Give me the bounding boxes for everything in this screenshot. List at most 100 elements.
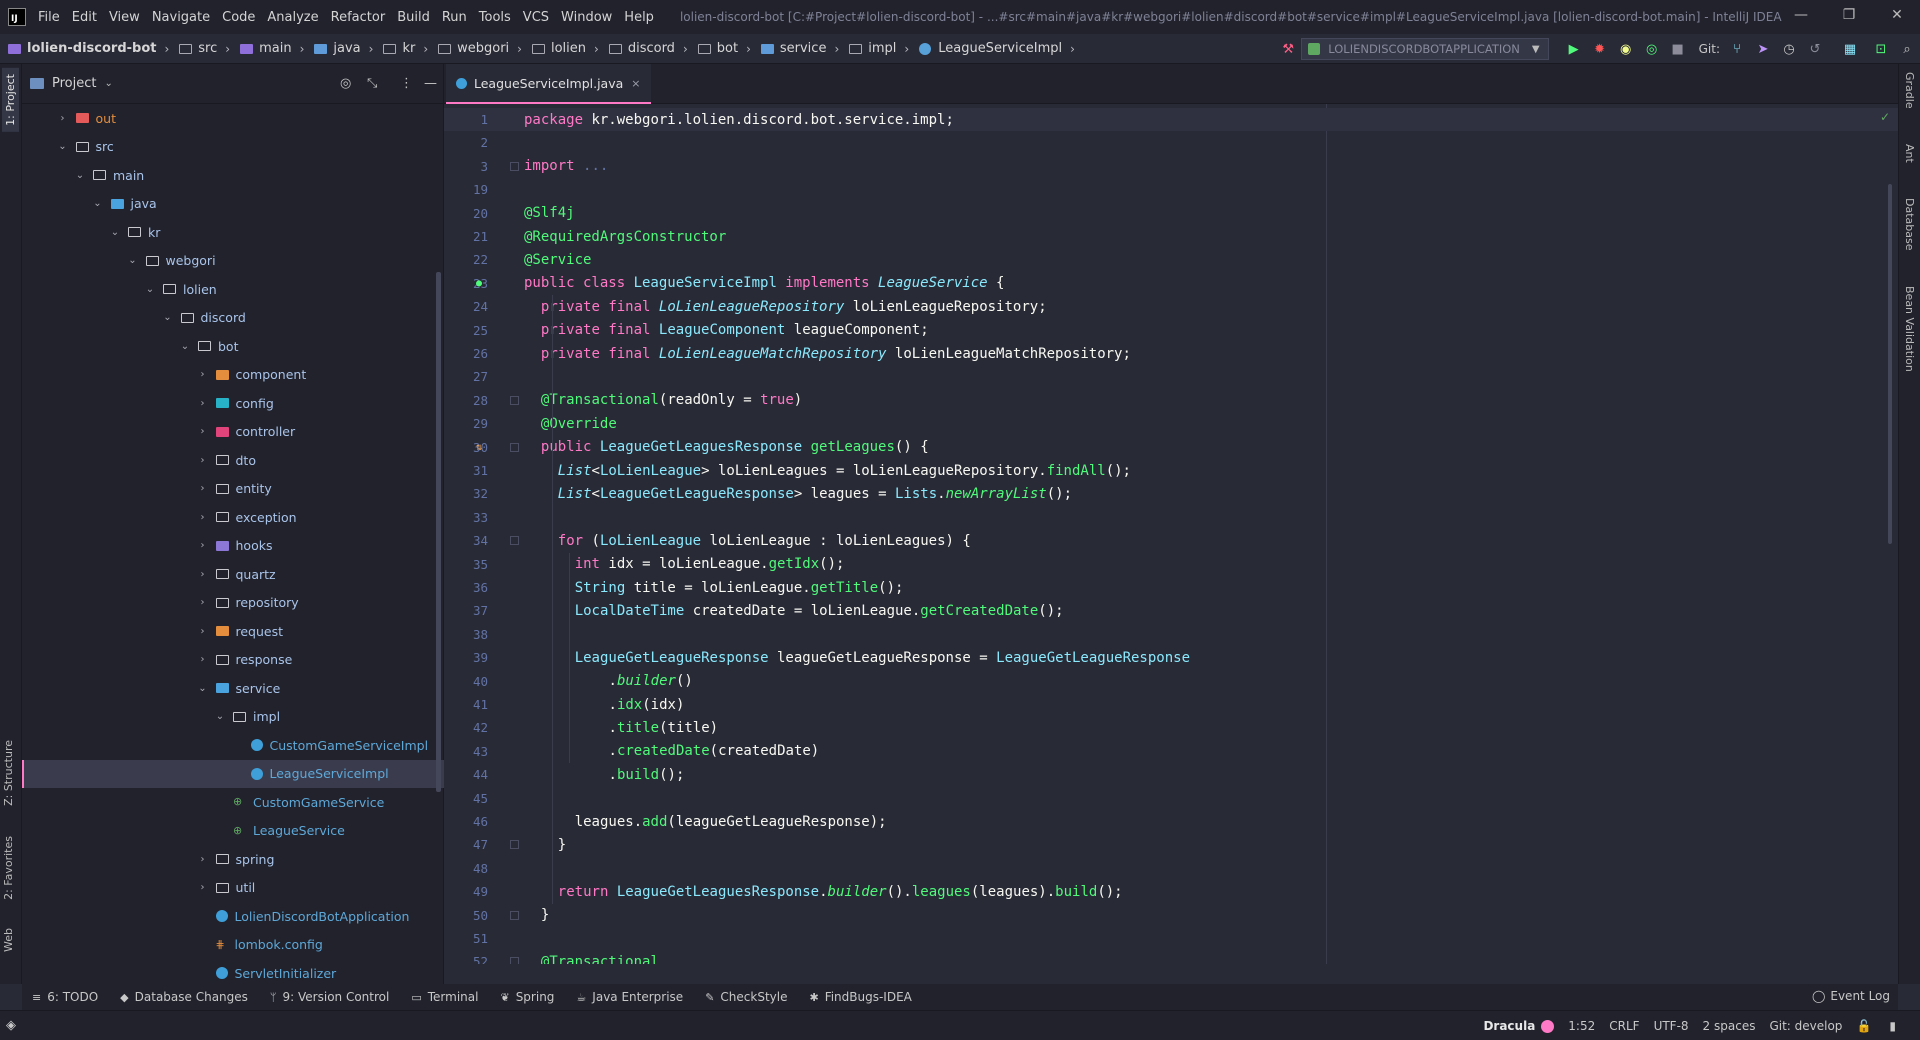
- code-line[interactable]: 42 .title(title): [444, 716, 1898, 739]
- tree-node[interactable]: › spring: [22, 845, 444, 873]
- code-line[interactable]: 49 return LeagueGetLeaguesResponse.builde…: [444, 880, 1898, 903]
- collapse-arrow-icon[interactable]: ›: [196, 369, 210, 380]
- code-line[interactable]: 37 LocalDateTime createdDate = loLienLeag…: [444, 599, 1898, 622]
- code-line[interactable]: 32 List<LeagueGetLeagueResponse> leagues …: [444, 482, 1898, 505]
- tree-node[interactable]: ⊕ LeagueService: [22, 817, 444, 845]
- tree-node[interactable]: LolienDiscordBotApplication: [22, 902, 444, 930]
- bottom-tab-findbugs-idea[interactable]: ✱ FindBugs-IDEA: [809, 990, 911, 1004]
- bottom-tab-spring[interactable]: ❦ Spring: [500, 990, 554, 1004]
- breadcrumb-item[interactable]: src: [179, 41, 217, 56]
- collapse-all-icon[interactable]: ⤡: [367, 76, 377, 91]
- breadcrumb-item[interactable]: bot: [697, 41, 738, 56]
- ant-tool-tab[interactable]: Ant: [1903, 144, 1916, 163]
- menu-code[interactable]: Code: [222, 10, 255, 25]
- minimize-button[interactable]: —: [1778, 0, 1824, 30]
- collapse-arrow-icon[interactable]: ›: [196, 540, 210, 551]
- code-line[interactable]: 22 @Service: [444, 248, 1898, 271]
- code-line[interactable]: 43 .createdDate(createdDate): [444, 740, 1898, 763]
- memory-indicator-icon[interactable]: ▮: [1889, 1019, 1896, 1033]
- code-line[interactable]: 39 LeagueGetLeagueResponse leagueGetLeagu…: [444, 646, 1898, 669]
- code-line[interactable]: 45: [444, 787, 1898, 810]
- code-line[interactable]: 48: [444, 857, 1898, 880]
- code-line[interactable]: 23 ● public class LeagueServiceImpl implem…: [444, 272, 1898, 295]
- breadcrumb-item[interactable]: LeagueServiceImpl: [919, 41, 1062, 56]
- database-tool-tab[interactable]: Database: [1903, 198, 1916, 251]
- bottom-tab-6-todo[interactable]: ≡ 6: TODO: [32, 990, 98, 1004]
- run-icon[interactable]: ▶: [1566, 41, 1582, 57]
- event-log-tab[interactable]: ◯ Event Log: [1812, 989, 1890, 1003]
- collapse-arrow-icon[interactable]: ›: [196, 398, 210, 409]
- code-line[interactable]: 25 private final LeagueComponent leagueCo…: [444, 319, 1898, 342]
- breadcrumb-item[interactable]: lolien: [531, 41, 586, 56]
- menu-help[interactable]: Help: [624, 10, 654, 25]
- fold-marker-icon[interactable]: [510, 395, 519, 405]
- code-line[interactable]: 35 int idx = loLienLeague.getIdx();: [444, 553, 1898, 576]
- tree-node[interactable]: › request: [22, 617, 444, 645]
- indent-setting[interactable]: 2 spaces: [1703, 1019, 1756, 1033]
- tree-node[interactable]: › entity: [22, 475, 444, 503]
- collapse-arrow-icon[interactable]: ›: [196, 455, 210, 466]
- tree-node[interactable]: › hooks: [22, 532, 444, 560]
- expand-arrow-icon[interactable]: ⌄: [213, 711, 227, 722]
- tree-node[interactable]: › response: [22, 646, 444, 674]
- tree-node[interactable]: ⌄ lolien: [22, 275, 444, 303]
- expand-arrow-icon[interactable]: ⌄: [196, 683, 210, 694]
- collapse-arrow-icon[interactable]: ›: [196, 483, 210, 494]
- code-line[interactable]: 2: [444, 131, 1898, 154]
- fold-marker-icon[interactable]: [510, 910, 519, 920]
- web-tool-tab[interactable]: Web: [2, 928, 15, 952]
- fold-marker-icon[interactable]: [510, 840, 519, 850]
- editor-tab-leagueserviceimpl[interactable]: LeagueServiceImpl.java ×: [446, 64, 651, 104]
- code-line[interactable]: 47}: [444, 833, 1898, 856]
- expand-arrow-icon[interactable]: ⌄: [143, 284, 157, 295]
- code-line[interactable]: 41 .idx(idx): [444, 693, 1898, 716]
- bean-validation-tool-tab[interactable]: Bean Validation: [1903, 286, 1916, 372]
- tree-node[interactable]: ⌄ service: [22, 674, 444, 702]
- tree-node[interactable]: › dto: [22, 446, 444, 474]
- expand-arrow-icon[interactable]: ⌄: [73, 170, 87, 181]
- tree-node[interactable]: LeagueServiceImpl: [22, 759, 444, 788]
- collapse-arrow-icon[interactable]: ›: [196, 654, 210, 665]
- project-view-selector[interactable]: Project: [52, 76, 96, 91]
- tree-node[interactable]: ⌄ src: [22, 133, 444, 161]
- breadcrumb-item[interactable]: main: [240, 41, 292, 56]
- code-line[interactable]: 27: [444, 365, 1898, 388]
- menu-analyze[interactable]: Analyze: [267, 10, 318, 25]
- code-line[interactable]: 40 .builder(): [444, 670, 1898, 693]
- menu-run[interactable]: Run: [442, 10, 467, 25]
- editor-scrollbar[interactable]: [1888, 184, 1892, 544]
- toggle-tool-windows-icon[interactable]: ◈: [6, 1018, 16, 1033]
- menu-navigate[interactable]: Navigate: [152, 10, 210, 25]
- code-line[interactable]: 21 @RequiredArgsConstructor: [444, 225, 1898, 248]
- tree-node[interactable]: CustomGameServiceImpl: [22, 731, 444, 759]
- favorites-tool-tab[interactable]: 2: Favorites: [2, 836, 15, 900]
- git-push-icon[interactable]: ➤: [1755, 41, 1771, 57]
- structure-tool-tab[interactable]: Z: Structure: [2, 740, 15, 806]
- lock-icon[interactable]: 🔓: [1856, 1019, 1871, 1033]
- profile-icon[interactable]: ◎: [1644, 41, 1660, 57]
- code-line[interactable]: 46 leagues.add(leagueGetLeagueResponse);: [444, 810, 1898, 833]
- fold-marker-icon[interactable]: [510, 161, 519, 171]
- chevron-down-icon[interactable]: ⌄: [104, 78, 112, 89]
- bottom-tab-terminal[interactable]: ▭ Terminal: [411, 990, 478, 1004]
- tree-node[interactable]: ⌄ java: [22, 190, 444, 218]
- code-line[interactable]: 24 private final LoLienLeagueRepository l…: [444, 295, 1898, 318]
- expand-arrow-icon[interactable]: ⌄: [108, 227, 122, 238]
- menu-edit[interactable]: Edit: [72, 10, 97, 25]
- bottom-tab-9-version-control[interactable]: ᛘ 9: Version Control: [270, 990, 389, 1004]
- implements-gutter-icon[interactable]: ●: [472, 278, 486, 289]
- menu-window[interactable]: Window: [561, 10, 612, 25]
- menu-file[interactable]: File: [38, 10, 60, 25]
- menu-refactor[interactable]: Refactor: [331, 10, 386, 25]
- override-gutter-icon[interactable]: ⇅: [472, 442, 486, 453]
- code-line[interactable]: 31 List<LoLienLeague> loLienLeagues = loL…: [444, 459, 1898, 482]
- collapse-arrow-icon[interactable]: ›: [196, 512, 210, 523]
- code-line[interactable]: 20 @Slf4j: [444, 202, 1898, 225]
- bottom-tab-database-changes[interactable]: ◆ Database Changes: [120, 990, 248, 1004]
- collapse-arrow-icon[interactable]: ›: [196, 882, 210, 893]
- build-hammer-icon[interactable]: ⚒: [1280, 41, 1296, 57]
- breadcrumb-item[interactable]: webgori: [438, 41, 509, 56]
- breadcrumb-item[interactable]: discord: [608, 41, 675, 56]
- collapse-arrow-icon[interactable]: ›: [196, 626, 210, 637]
- tree-node[interactable]: ⌄ impl: [22, 703, 444, 731]
